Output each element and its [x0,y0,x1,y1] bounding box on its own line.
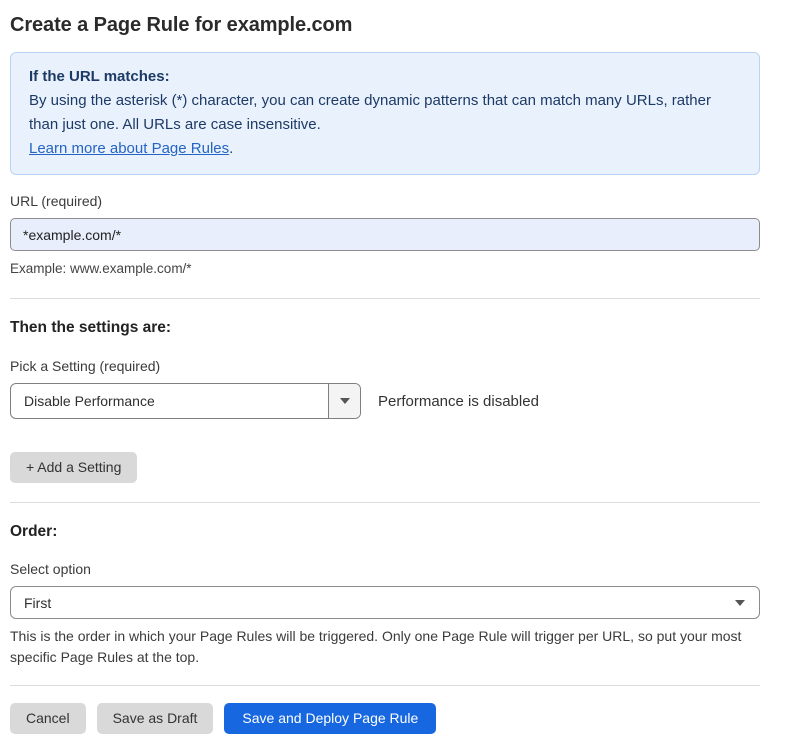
footer-divider [10,685,760,686]
order-section-heading: Order: [10,522,760,541]
chevron-down-icon [735,600,745,606]
save-and-deploy-button[interactable]: Save and Deploy Page Rule [224,703,436,734]
setting-select[interactable]: Disable Performance [10,383,361,419]
info-box-link-line: Learn more about Page Rules. [29,137,741,161]
chevron-down-icon [340,398,350,404]
section-divider [10,502,760,503]
section-divider [10,298,760,299]
order-select-label: Select option [10,561,760,578]
save-as-draft-button[interactable]: Save as Draft [97,703,214,734]
add-setting-button[interactable]: + Add a Setting [10,452,137,483]
info-box-body: By using the asterisk (*) character, you… [29,89,741,137]
link-period: . [229,140,233,157]
url-match-info-box: If the URL matches: By using the asteris… [10,52,760,175]
cancel-button[interactable]: Cancel [10,703,86,734]
learn-more-link[interactable]: Learn more about Page Rules [29,140,229,157]
page-rule-form: Create a Page Rule for example.com If th… [0,0,790,734]
url-input[interactable] [10,218,760,251]
setting-select-value: Disable Performance [11,384,328,418]
url-example-text: Example: www.example.com/* [10,261,760,277]
order-help-text: This is the order in which your Page Rul… [10,626,760,668]
pick-setting-label: Pick a Setting (required) [10,358,760,375]
url-field-label: URL (required) [10,193,760,210]
setting-status-text: Performance is disabled [378,393,539,410]
info-box-heading: If the URL matches: [29,65,741,89]
setting-select-arrow-button[interactable] [328,384,360,418]
page-title: Create a Page Rule for example.com [10,12,760,39]
order-select[interactable]: First [10,586,760,619]
action-buttons: Cancel Save as Draft Save and Deploy Pag… [10,703,760,734]
order-select-value: First [24,595,51,611]
settings-section-heading: Then the settings are: [10,318,760,337]
setting-row: Disable Performance Performance is disab… [10,383,760,419]
